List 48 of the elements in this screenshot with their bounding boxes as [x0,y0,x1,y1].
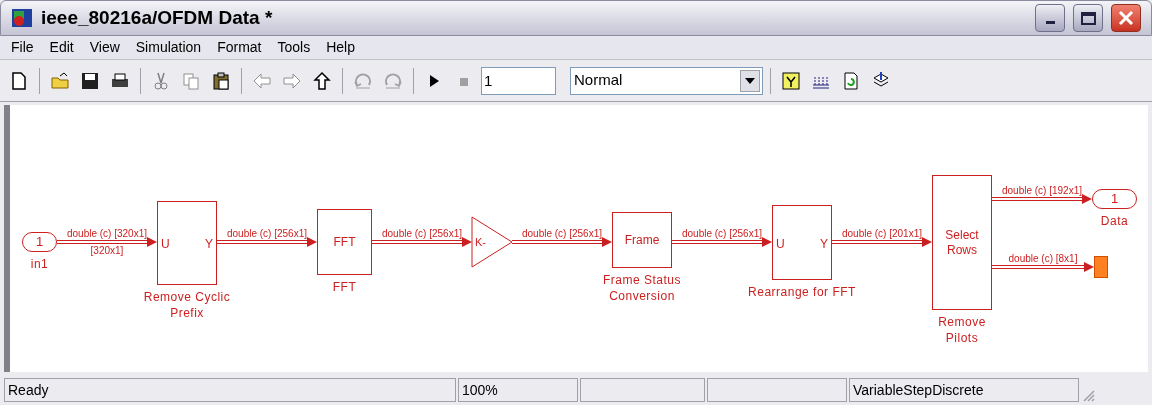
gain-block [471,216,513,268]
maximize-button[interactable] [1073,4,1103,32]
outport-block: 1 [1092,189,1137,209]
signal-label: double (c) [192x1] [1000,186,1084,196]
resize-grip-icon [1081,388,1095,402]
port-label: Y [820,237,828,250]
block-label: in1 [29,256,50,272]
menu-item[interactable]: Format [210,37,269,58]
gain-text: K- [475,237,486,248]
block-label: Remove Cyclic Prefix [142,289,232,321]
signal-dimension: [320x1] [89,246,125,256]
port-label: U [161,238,170,250]
menu-item[interactable]: Edit [42,37,81,58]
close-button[interactable] [1111,4,1141,32]
window-title: ieee_80216a/OFDM Data * [41,5,274,30]
zoom-level: 100% [458,378,578,402]
menu-item[interactable]: View [82,37,127,58]
caret-icon [745,77,755,84]
signal-label: double (c) [256x1] [520,229,604,239]
terminator-block [1094,256,1108,278]
block-label: Remove Pilots [937,314,987,346]
port-label: Y [205,238,213,250]
app-icon [11,8,33,28]
inport-block: 1 [22,232,57,252]
block-text: Select Rows [945,227,979,258]
block-text: FFT [333,234,356,250]
block-label: FFT [331,279,358,295]
signal-label: double (c) [201x1] [840,229,924,239]
port-label: U [776,237,785,250]
signal-label: double (c) [320x1] [65,229,149,239]
signal-label: double (c) [256x1] [225,229,309,239]
menu-item[interactable]: Tools [270,37,318,58]
signal-label: double (c) [256x1] [380,229,464,239]
close-icon [1118,10,1134,26]
signal-label: double (c) [256x1] [680,229,764,239]
menu-item[interactable]: Help [319,37,362,58]
signal-label: double (c) [8x1] [1007,254,1079,264]
block-label: Frame Status Conversion [602,272,682,304]
block-text: Frame [624,232,660,248]
stop-time-field[interactable]: 1 [481,66,556,95]
menu-item[interactable]: Simulation [128,37,209,58]
minimize-button[interactable] [1035,4,1065,32]
menu-item[interactable]: File [4,37,41,58]
simulation-mode-dropdown[interactable]: Normal [570,66,763,95]
block-label: Rearrange for FFT [747,284,857,300]
status-message: Ready [4,378,456,402]
solver-name: VariableStepDiscrete [849,378,1079,402]
block-label: Data [1099,213,1130,229]
